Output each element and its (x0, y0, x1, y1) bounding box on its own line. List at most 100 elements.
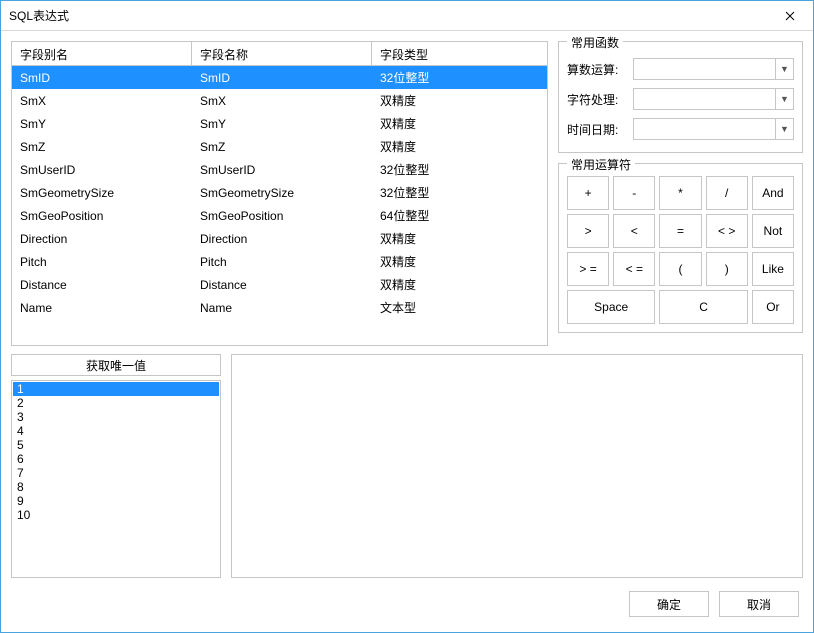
list-item[interactable]: 1 (13, 382, 219, 396)
string-label: 字符处理: (567, 91, 627, 108)
operator-button[interactable]: Like (752, 252, 794, 286)
operator-button[interactable]: / (706, 176, 748, 210)
list-item[interactable]: 7 (13, 466, 219, 480)
close-icon (785, 11, 795, 21)
table-row[interactable]: DirectionDirection双精度 (12, 227, 547, 250)
operator-button[interactable]: And (752, 176, 794, 210)
cell-type: 双精度 (372, 89, 547, 112)
table-row[interactable]: DistanceDistance双精度 (12, 273, 547, 296)
list-item[interactable]: 6 (13, 452, 219, 466)
cell-alias: SmID (12, 68, 192, 88)
chevron-down-icon: ▼ (775, 59, 793, 79)
operators-legend: 常用运算符 (567, 156, 635, 173)
datetime-label: 时间日期: (567, 121, 627, 138)
upper-panel: 字段别名 字段名称 字段类型 SmIDSmID32位整型SmXSmX双精度SmY… (11, 41, 803, 346)
operator-button[interactable]: Not (752, 214, 794, 248)
cell-type: 32位整型 (372, 66, 547, 89)
table-row[interactable]: NameName文本型 (12, 296, 547, 319)
cell-alias: Name (12, 298, 192, 318)
cell-name: SmX (192, 91, 372, 111)
cell-name: SmY (192, 114, 372, 134)
cell-name: SmGeometrySize (192, 183, 372, 203)
ok-button[interactable]: 确定 (629, 591, 709, 617)
table-row[interactable]: SmGeometrySizeSmGeometrySize32位整型 (12, 181, 547, 204)
cell-type: 双精度 (372, 112, 547, 135)
operator-button[interactable]: < = (613, 252, 655, 286)
cell-type: 双精度 (372, 273, 547, 296)
arith-combo-value (634, 59, 775, 79)
table-row[interactable]: SmZSmZ双精度 (12, 135, 547, 158)
expression-textarea[interactable] (231, 354, 803, 578)
table-row[interactable]: SmYSmY双精度 (12, 112, 547, 135)
cell-alias: Distance (12, 275, 192, 295)
table-row[interactable]: PitchPitch双精度 (12, 250, 547, 273)
cell-alias: SmGeometrySize (12, 183, 192, 203)
unique-values-list[interactable]: 12345678910 (11, 380, 221, 578)
close-button[interactable] (775, 1, 805, 31)
get-unique-button[interactable]: 获取唯一值 (11, 354, 221, 376)
operator-button[interactable]: ) (706, 252, 748, 286)
operator-space-button[interactable]: Space (567, 290, 655, 324)
table-row[interactable]: SmIDSmID32位整型 (12, 66, 547, 89)
sql-expression-dialog: SQL表达式 字段别名 字段名称 字段类型 SmIDSmID32位整型SmXSm… (0, 0, 814, 633)
cell-type: 双精度 (372, 227, 547, 250)
table-row[interactable]: SmUserIDSmUserID32位整型 (12, 158, 547, 181)
chevron-down-icon: ▼ (775, 89, 793, 109)
operator-button[interactable]: < > (706, 214, 748, 248)
cell-name: Distance (192, 275, 372, 295)
col-header-type[interactable]: 字段类型 (372, 42, 547, 65)
operator-button[interactable]: ( (659, 252, 701, 286)
arith-combo[interactable]: ▼ (633, 58, 794, 80)
window-title: SQL表达式 (9, 7, 775, 24)
list-item[interactable]: 9 (13, 494, 219, 508)
operators-group: 常用运算符 +-*/And><=< >Not> =< =()LikeSpaceC… (558, 163, 803, 333)
cell-alias: Pitch (12, 252, 192, 272)
arith-label: 算数运算: (567, 61, 627, 78)
cell-name: Pitch (192, 252, 372, 272)
side-panel: 常用函数 算数运算: ▼ 字符处理: ▼ (558, 41, 803, 346)
cell-alias: SmX (12, 91, 192, 111)
list-item[interactable]: 3 (13, 410, 219, 424)
lower-panel: 获取唯一值 12345678910 (11, 354, 803, 578)
cell-type: 32位整型 (372, 181, 547, 204)
operator-button[interactable]: = (659, 214, 701, 248)
title-bar: SQL表达式 (1, 1, 813, 31)
col-header-alias[interactable]: 字段别名 (12, 42, 192, 65)
operator-button[interactable]: > = (567, 252, 609, 286)
cell-type: 双精度 (372, 250, 547, 273)
cell-type: 双精度 (372, 135, 547, 158)
operator-c-button[interactable]: C (659, 290, 747, 324)
operator-button[interactable]: * (659, 176, 701, 210)
list-item[interactable]: 5 (13, 438, 219, 452)
cell-alias: SmY (12, 114, 192, 134)
cell-name: SmGeoPosition (192, 206, 372, 226)
col-header-name[interactable]: 字段名称 (192, 42, 372, 65)
list-item[interactable]: 2 (13, 396, 219, 410)
cell-alias: SmUserID (12, 160, 192, 180)
cancel-button[interactable]: 取消 (719, 591, 799, 617)
fields-table[interactable]: 字段别名 字段名称 字段类型 SmIDSmID32位整型SmXSmX双精度SmY… (11, 41, 548, 346)
datetime-combo[interactable]: ▼ (633, 118, 794, 140)
cell-alias: SmGeoPosition (12, 206, 192, 226)
operator-button[interactable]: - (613, 176, 655, 210)
cell-type: 文本型 (372, 296, 547, 319)
functions-group: 常用函数 算数运算: ▼ 字符处理: ▼ (558, 41, 803, 153)
cell-name: Name (192, 298, 372, 318)
fields-body[interactable]: SmIDSmID32位整型SmXSmX双精度SmYSmY双精度SmZSmZ双精度… (12, 66, 547, 345)
operator-button[interactable]: > (567, 214, 609, 248)
cell-type: 64位整型 (372, 204, 547, 227)
cell-type: 32位整型 (372, 158, 547, 181)
string-combo[interactable]: ▼ (633, 88, 794, 110)
datetime-combo-value (634, 119, 775, 139)
cell-alias: SmZ (12, 137, 192, 157)
list-item[interactable]: 8 (13, 480, 219, 494)
unique-panel: 获取唯一值 12345678910 (11, 354, 221, 578)
dialog-footer: 确定 取消 (11, 586, 803, 622)
list-item[interactable]: 4 (13, 424, 219, 438)
table-row[interactable]: SmGeoPositionSmGeoPosition64位整型 (12, 204, 547, 227)
list-item[interactable]: 10 (13, 508, 219, 522)
operator-or-button[interactable]: Or (752, 290, 794, 324)
table-row[interactable]: SmXSmX双精度 (12, 89, 547, 112)
operator-button[interactable]: < (613, 214, 655, 248)
operator-button[interactable]: + (567, 176, 609, 210)
